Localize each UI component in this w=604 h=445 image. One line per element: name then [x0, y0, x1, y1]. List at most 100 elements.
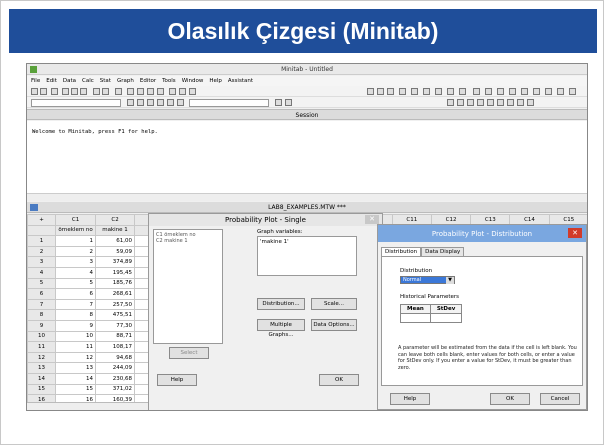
multiple-graphs-button[interactable]: Multiple Graphs...	[257, 319, 305, 338]
graph-combo[interactable]	[189, 99, 269, 107]
cell[interactable]: 9	[55, 319, 97, 332]
cell[interactable]: 7	[55, 298, 97, 311]
copy-icon[interactable]	[71, 88, 78, 95]
line-tool-icon[interactable]	[487, 99, 494, 106]
polyline-tool-icon[interactable]	[497, 99, 504, 106]
history-icon[interactable]	[411, 88, 418, 95]
row-number[interactable]: 15	[27, 383, 57, 396]
variables-list[interactable]: C1 örneklem no C2 makine 1	[153, 229, 223, 344]
menu-help[interactable]: Help	[209, 78, 222, 84]
row-number[interactable]: 2	[27, 245, 57, 258]
cell[interactable]: 4	[55, 266, 97, 279]
row-number[interactable]: 1	[27, 235, 57, 247]
worksheet-icon[interactable]	[377, 88, 384, 95]
menu-file[interactable]: File	[31, 78, 40, 84]
ellipse-tool-icon[interactable]	[477, 99, 484, 106]
mean-input[interactable]	[400, 313, 431, 323]
info-icon[interactable]	[399, 88, 406, 95]
menu-assistant[interactable]: Assistant	[228, 78, 253, 84]
menu-graph[interactable]: Graph	[117, 78, 134, 84]
data-options-button[interactable]: Data Options...	[311, 319, 357, 331]
cell[interactable]: 475,51	[95, 309, 136, 321]
marker-tool-icon[interactable]	[507, 99, 514, 106]
cell[interactable]: 268,61	[95, 288, 136, 300]
plus-icon[interactable]	[157, 99, 164, 106]
column-header[interactable]: C2	[95, 214, 136, 226]
rectangle-tool-icon[interactable]	[467, 99, 474, 106]
cell[interactable]: 195,45	[95, 266, 136, 279]
row-number[interactable]: 11	[27, 341, 57, 353]
graph-update-icon[interactable]	[533, 88, 540, 95]
graphs-folder-icon[interactable]	[423, 88, 430, 95]
pointer-icon[interactable]	[137, 99, 144, 106]
ok-button[interactable]: OK	[490, 393, 530, 405]
menu-edit[interactable]: Edit	[46, 78, 57, 84]
worksheet-scrollbar[interactable]	[27, 402, 148, 410]
insert-row-icon[interactable]	[127, 88, 134, 95]
column-name[interactable]: örneklem no	[55, 224, 97, 237]
select-button[interactable]: Select	[169, 347, 209, 359]
tab-distribution[interactable]: Distribution	[381, 247, 422, 256]
cell[interactable]: 10	[55, 330, 97, 343]
polygon-tool-icon[interactable]	[517, 99, 524, 106]
edit-last-dialog-icon[interactable]	[115, 88, 122, 95]
row-number[interactable]: 4	[27, 266, 57, 279]
row-number[interactable]: 13	[27, 362, 57, 374]
session-scrollbar[interactable]	[27, 193, 587, 201]
menu-window[interactable]: Window	[182, 78, 204, 84]
graph-crosshair-icon[interactable]	[497, 88, 504, 95]
cell[interactable]: 94,68	[95, 351, 136, 364]
row-number[interactable]: 6	[27, 288, 57, 300]
cell[interactable]: 5	[55, 277, 97, 290]
stat-guide-icon[interactable]	[189, 88, 196, 95]
design-icon[interactable]	[459, 88, 466, 95]
report-pad-icon[interactable]	[435, 88, 442, 95]
redo-icon[interactable]	[102, 88, 109, 95]
graph-zoom-icon[interactable]	[485, 88, 492, 95]
distribution-select[interactable]: Normal ▼	[400, 276, 455, 284]
graph-variables-input[interactable]: 'makine 1'	[257, 236, 357, 276]
cell[interactable]: 185,76	[95, 277, 136, 290]
graph-layout-icon[interactable]	[557, 88, 564, 95]
row-number[interactable]: 8	[27, 309, 57, 321]
undo-icon[interactable]	[93, 88, 100, 95]
cell[interactable]: 6	[55, 288, 97, 300]
brush-icon[interactable]	[127, 99, 134, 106]
chart-icon[interactable]	[177, 99, 184, 106]
region-tool-icon[interactable]	[527, 99, 534, 106]
cell[interactable]: 374,89	[95, 256, 136, 268]
cell[interactable]: 14	[55, 372, 97, 385]
graph-select-icon[interactable]	[509, 88, 516, 95]
graph-brush-icon[interactable]	[473, 88, 480, 95]
tab-data-display[interactable]: Data Display	[421, 247, 465, 256]
graph-labels-icon[interactable]	[521, 88, 528, 95]
cell[interactable]: 11	[55, 341, 97, 353]
distribution-button[interactable]: Distribution...	[257, 298, 305, 310]
zoom-icon[interactable]	[285, 99, 292, 106]
arrow-tool-icon[interactable]	[447, 99, 454, 106]
menu-calc[interactable]: Calc	[82, 78, 94, 84]
help-button[interactable]: Help	[157, 374, 197, 386]
cell[interactable]: 371,02	[95, 383, 136, 396]
cell[interactable]: 13	[55, 362, 97, 374]
close-graph-icon[interactable]	[275, 99, 282, 106]
cell[interactable]: 230,68	[95, 372, 136, 385]
cancel-button[interactable]: Cancel	[540, 393, 580, 405]
print-icon[interactable]	[51, 88, 58, 95]
worksheet-combo[interactable]	[31, 99, 121, 107]
menu-stat[interactable]: Stat	[100, 78, 111, 84]
cell[interactable]: 244,09	[95, 362, 136, 374]
column-name[interactable]: makine 1	[95, 224, 136, 237]
close-icon[interactable]: ✕	[365, 215, 379, 224]
graph-export-icon[interactable]	[545, 88, 552, 95]
cell[interactable]: 59,09	[95, 245, 136, 258]
cell[interactable]: 1	[55, 235, 97, 247]
insert-column-icon[interactable]	[137, 88, 144, 95]
row-number[interactable]: 10	[27, 330, 57, 343]
session-window[interactable]: Welcome to Minitab, press F1 for help.	[27, 121, 587, 193]
save-icon[interactable]	[40, 88, 47, 95]
chevron-down-icon[interactable]: ▼	[446, 277, 454, 284]
graph-edit-icon[interactable]	[569, 88, 576, 95]
row-number[interactable]: 12	[27, 351, 57, 364]
close-icon[interactable]: ✕	[568, 228, 582, 238]
